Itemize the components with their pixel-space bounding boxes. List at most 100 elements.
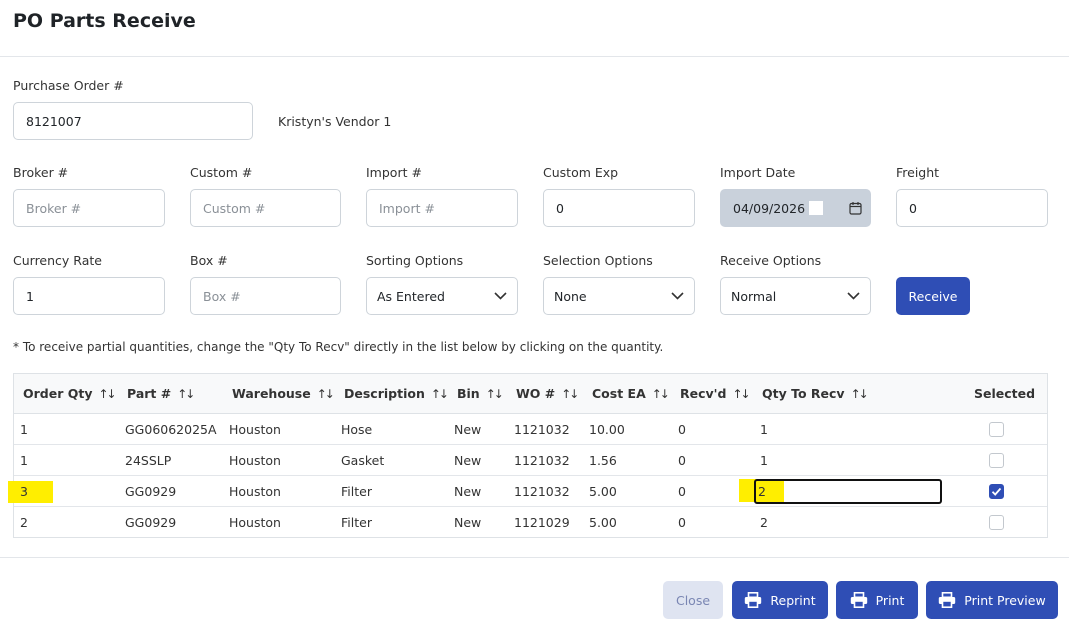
cell-warehouse: Houston <box>229 515 281 530</box>
cell-qty-to-recv[interactable]: 2 <box>760 515 768 530</box>
sort-icon: ↑↓ <box>316 386 335 401</box>
calendar-icon[interactable] <box>849 201 862 215</box>
broker-label: Broker # <box>13 165 69 180</box>
close-button[interactable]: Close <box>663 581 723 619</box>
cell-cost: 1.56 <box>589 453 617 468</box>
custom-input[interactable] <box>190 189 341 227</box>
import-input[interactable] <box>366 189 518 227</box>
box-label: Box # <box>190 253 228 268</box>
receive-button[interactable]: Receive <box>896 277 970 315</box>
printer-icon <box>939 592 956 608</box>
po-label: Purchase Order # <box>13 78 124 93</box>
box-input[interactable] <box>190 277 341 315</box>
cell-order-qty: 1 <box>20 453 28 468</box>
selection-options-value: None <box>554 288 587 304</box>
date-picker-toggle[interactable] <box>809 201 823 215</box>
sorting-options-select[interactable]: As Entered <box>366 277 518 315</box>
cell-description: Gasket <box>341 453 385 468</box>
chevron-down-icon <box>671 292 684 300</box>
cell-recvd: 0 <box>678 515 686 530</box>
col-description[interactable]: Description ↑↓ <box>344 386 449 401</box>
cell-qty-to-recv[interactable]: 1 <box>760 453 768 468</box>
table-row[interactable]: 3 GG0929 Houston Filter New 1121032 5.00… <box>8 476 1047 507</box>
broker-input[interactable] <box>13 189 165 227</box>
cell-wo: 1121032 <box>514 453 570 468</box>
sorting-options-label: Sorting Options <box>366 253 464 268</box>
sort-icon: ↑↓ <box>98 386 116 401</box>
col-order-qty[interactable]: Order Qty ↑↓ <box>23 386 117 401</box>
currency-rate-input[interactable] <box>13 277 165 315</box>
cell-part: GG06062025A <box>125 422 217 437</box>
cell-order-qty: 1 <box>20 422 28 437</box>
receive-options-select[interactable]: Normal <box>720 277 871 315</box>
row-select-checkbox[interactable] <box>989 453 1004 468</box>
parts-table: Order Qty ↑↓ Part # ↑↓ Warehouse ↑↓ Descrip… <box>8 373 1048 538</box>
cell-wo: 1121029 <box>514 515 570 530</box>
sort-icon: ↑↓ <box>651 386 670 401</box>
col-part[interactable]: Part # ↑↓ <box>127 386 195 401</box>
selection-options-select[interactable]: None <box>543 277 695 315</box>
sort-icon: ↑↓ <box>850 386 869 401</box>
cell-warehouse: Houston <box>229 453 281 468</box>
print-preview-label: Print Preview <box>964 592 1046 608</box>
receive-options-label: Receive Options <box>720 253 822 268</box>
cell-part: GG0929 <box>125 484 177 499</box>
reprint-button[interactable]: Reprint <box>732 581 828 619</box>
col-recvd[interactable]: Recv'd ↑↓ <box>680 386 751 401</box>
col-order-qty-label: Order Qty <box>23 386 93 401</box>
cell-bin: New <box>454 484 482 499</box>
cell-description: Filter <box>341 515 372 530</box>
printer-icon <box>850 592 867 608</box>
cell-description: Hose <box>341 422 373 437</box>
sort-icon: ↑↓ <box>177 386 195 401</box>
cell-recvd: 0 <box>678 422 686 437</box>
freight-input[interactable] <box>896 189 1048 227</box>
currency-rate-label: Currency Rate <box>13 253 102 268</box>
sort-icon: ↑↓ <box>485 386 504 401</box>
col-cost-label: Cost EA <box>592 386 646 401</box>
page-title: PO Parts Receive <box>13 10 196 32</box>
col-bin[interactable]: Bin ↑↓ <box>457 386 504 401</box>
print-label: Print <box>875 592 905 608</box>
print-button[interactable]: Print <box>836 581 918 619</box>
chevron-down-icon <box>847 292 860 300</box>
import-date-label: Import Date <box>720 165 796 180</box>
table-header: Order Qty ↑↓ Part # ↑↓ Warehouse ↑↓ Descrip… <box>14 374 1047 414</box>
partial-quantity-note: * To receive partial quantities, change … <box>13 340 664 354</box>
footer-divider <box>0 557 1069 558</box>
custom-exp-input[interactable] <box>543 189 695 227</box>
col-wo[interactable]: WO # ↑↓ <box>516 386 579 401</box>
cell-order-qty: 2 <box>20 515 28 530</box>
sort-icon: ↑↓ <box>430 386 449 401</box>
col-wo-label: WO # <box>516 386 556 401</box>
col-warehouse[interactable]: Warehouse ↑↓ <box>232 386 335 401</box>
header-divider <box>0 56 1069 57</box>
row-select-checkbox[interactable] <box>989 484 1004 499</box>
qty-to-recv-editor[interactable] <box>754 479 942 504</box>
cell-part: 24SSLP <box>125 453 172 468</box>
table-row[interactable]: 1 24SSLP Houston Gasket New 1121032 1.56… <box>14 445 1047 476</box>
table-row[interactable]: 2 GG0929 Houston Filter New 1121029 5.00… <box>14 507 1047 538</box>
col-qty-to-recv[interactable]: Qty To Recv ↑↓ <box>762 386 869 401</box>
cell-qty-to-recv-editing[interactable]: 2 <box>758 484 766 499</box>
cell-recvd: 0 <box>678 453 686 468</box>
col-cost[interactable]: Cost EA ↑↓ <box>592 386 670 401</box>
cell-description: Filter <box>341 484 372 499</box>
col-part-label: Part # <box>127 386 172 401</box>
row-select-checkbox[interactable] <box>989 422 1004 437</box>
po-number-input[interactable] <box>13 102 253 140</box>
cell-qty-to-recv[interactable]: 1 <box>760 422 768 437</box>
sort-icon: ↑↓ <box>561 386 579 401</box>
row-select-checkbox[interactable] <box>989 515 1004 530</box>
check-icon <box>991 487 1002 496</box>
freight-label: Freight <box>896 165 940 180</box>
custom-exp-label: Custom Exp <box>543 165 619 180</box>
col-qty-to-recv-label: Qty To Recv <box>762 386 845 401</box>
col-recvd-label: Recv'd <box>680 386 727 401</box>
table-row[interactable]: 1 GG06062025A Houston Hose New 1121032 1… <box>14 414 1047 445</box>
print-preview-button[interactable]: Print Preview <box>926 581 1058 619</box>
cell-wo: 1121032 <box>514 422 570 437</box>
import-label: Import # <box>366 165 422 180</box>
cell-bin: New <box>454 422 482 437</box>
cell-recvd: 0 <box>678 484 686 499</box>
